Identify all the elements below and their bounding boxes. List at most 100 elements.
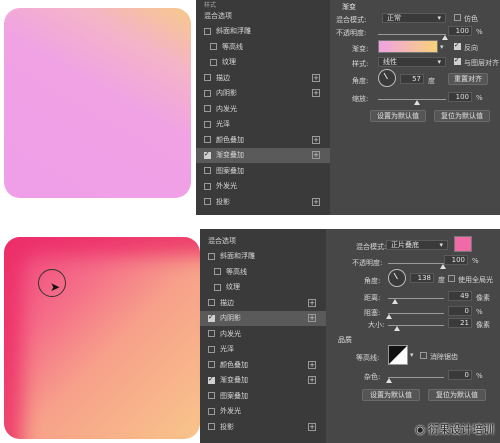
global-light-checkbox[interactable] — [448, 275, 455, 282]
style-item[interactable]: 等高线 — [200, 264, 326, 280]
choke-slider-knob[interactable] — [386, 314, 392, 319]
style-item[interactable]: 斜面和浮雕 — [196, 24, 330, 40]
style-item[interactable]: 描边 + — [200, 295, 326, 311]
reset-to-default-button[interactable]: 复位为默认值 — [428, 389, 486, 401]
opacity-slider[interactable] — [388, 263, 448, 264]
style-item-checkbox[interactable] — [204, 182, 211, 190]
style-item-checkbox[interactable] — [208, 345, 215, 353]
style-item-checkbox[interactable] — [214, 283, 221, 291]
style-item-checkbox[interactable] — [204, 198, 211, 206]
style-item-checkbox[interactable] — [204, 74, 211, 82]
chevron-down-icon[interactable]: ▾ — [410, 351, 414, 359]
gradient-swatch[interactable] — [378, 40, 438, 53]
blend-color-swatch[interactable] — [454, 236, 472, 252]
angle-dial[interactable] — [378, 69, 396, 87]
style-item-checkbox[interactable] — [204, 105, 211, 113]
plus-icon[interactable]: + — [308, 376, 316, 385]
style-item-checkbox[interactable] — [208, 330, 215, 338]
reverse-checkbox[interactable] — [454, 41, 461, 50]
plus-icon[interactable]: + — [312, 151, 320, 160]
size-slider-knob[interactable] — [394, 326, 400, 331]
style-item[interactable]: 颜色叠加 + — [200, 357, 326, 373]
scale-input[interactable]: 100 — [448, 92, 472, 102]
style-item-checkbox[interactable] — [204, 136, 211, 144]
set-as-default-button[interactable]: 设置为默认值 — [370, 110, 426, 122]
blend-mode-dropdown[interactable]: 正片叠底 ▾ — [386, 240, 448, 250]
style-item[interactable]: 内发光 — [200, 326, 326, 342]
style-item-checkbox[interactable] — [208, 313, 215, 322]
style-item[interactable]: 外发光 — [196, 179, 330, 195]
angle-dial[interactable] — [388, 269, 406, 287]
plus-icon[interactable]: + — [308, 314, 316, 323]
chevron-down-icon[interactable]: ▾ — [440, 43, 444, 51]
plus-icon[interactable]: + — [312, 89, 320, 98]
plus-icon[interactable]: + — [312, 197, 320, 206]
style-item[interactable]: 内发光 — [196, 101, 330, 117]
angle-input[interactable]: 138 — [410, 273, 434, 283]
reset-alignment-button[interactable]: 重置对齐 — [448, 73, 488, 85]
style-item-checkbox[interactable] — [204, 120, 211, 128]
noise-slider[interactable] — [388, 377, 444, 378]
style-item[interactable]: 渐变叠加 + — [200, 373, 326, 389]
style-item-checkbox[interactable] — [204, 27, 211, 35]
style-item-checkbox[interactable] — [208, 299, 215, 307]
scale-slider-knob[interactable] — [414, 100, 420, 105]
style-item[interactable]: 混合选项 — [200, 233, 326, 249]
style-item-checkbox[interactable] — [208, 252, 215, 260]
style-item[interactable]: 内阴影 + — [196, 86, 330, 102]
noise-input[interactable]: 0 — [448, 370, 472, 380]
distance-slider-knob[interactable] — [392, 299, 398, 304]
style-item[interactable]: 渐变叠加 + — [196, 147, 330, 163]
style-item-checkbox[interactable] — [208, 407, 215, 415]
plus-icon[interactable]: + — [308, 422, 316, 431]
style-item[interactable]: 颜色叠加 + — [196, 132, 330, 148]
style-item[interactable]: 光泽 — [196, 117, 330, 133]
reset-to-default-button[interactable]: 复位为默认值 — [434, 110, 490, 122]
style-item-checkbox[interactable] — [208, 361, 215, 369]
size-input[interactable]: 21 — [448, 318, 472, 328]
style-item[interactable]: 图案叠加 — [196, 163, 330, 179]
style-item[interactable]: 外发光 — [200, 404, 326, 420]
scale-slider[interactable] — [378, 99, 446, 100]
align-with-layer-checkbox[interactable] — [454, 56, 461, 65]
blend-mode-dropdown[interactable]: 正常 ▾ — [382, 13, 446, 23]
style-item-checkbox[interactable] — [204, 89, 211, 97]
set-as-default-button[interactable]: 设置为默认值 — [362, 389, 420, 401]
style-item[interactable]: 光泽 — [200, 342, 326, 358]
antialias-checkbox[interactable] — [420, 352, 427, 359]
opacity-input[interactable]: 100 — [448, 26, 472, 36]
style-item[interactable]: 等高线 — [196, 39, 330, 55]
style-item[interactable]: 纹理 — [200, 280, 326, 296]
style-item[interactable]: 投影 + — [196, 194, 330, 210]
angle-input[interactable]: 57 — [400, 74, 424, 84]
style-item[interactable]: 纹理 — [196, 55, 330, 71]
style-item-checkbox[interactable] — [210, 58, 217, 66]
style-item[interactable]: 混合选项 — [196, 8, 330, 24]
style-item[interactable]: 斜面和浮雕 — [200, 249, 326, 265]
style-item-checkbox[interactable] — [208, 423, 215, 431]
plus-icon[interactable]: + — [312, 73, 320, 82]
style-item[interactable]: 投影 + — [200, 419, 326, 435]
contour-preview[interactable] — [388, 345, 408, 365]
choke-slider[interactable] — [388, 313, 444, 314]
gradient-style-dropdown[interactable]: 线性 ▾ — [378, 57, 446, 67]
choke-input[interactable]: 0 — [448, 306, 472, 316]
style-item-checkbox[interactable] — [214, 268, 221, 276]
style-item[interactable]: 描边 + — [196, 70, 330, 86]
style-item[interactable]: 图案叠加 — [200, 388, 326, 404]
plus-icon[interactable]: + — [308, 298, 316, 307]
plus-icon[interactable]: + — [308, 360, 316, 369]
style-item-checkbox[interactable] — [204, 167, 211, 175]
noise-slider-knob[interactable] — [386, 378, 392, 383]
plus-icon[interactable]: + — [312, 135, 320, 144]
distance-input[interactable]: 49 — [448, 291, 472, 301]
top-screenshot: 样式 混合选项斜面和浮雕等高线纹理描边 + 内阴影 + 内发光光泽颜色叠加 + 渐变叠加 + 图… — [0, 0, 500, 215]
opacity-input[interactable]: 100 — [444, 255, 468, 265]
style-item[interactable]: 内阴影 + — [200, 310, 326, 326]
dither-checkbox[interactable] — [454, 14, 461, 21]
style-item-checkbox[interactable] — [204, 150, 211, 159]
opacity-slider[interactable] — [378, 34, 446, 35]
style-item-checkbox[interactable] — [208, 375, 215, 384]
style-item-checkbox[interactable] — [210, 43, 217, 51]
style-item-checkbox[interactable] — [208, 392, 215, 400]
